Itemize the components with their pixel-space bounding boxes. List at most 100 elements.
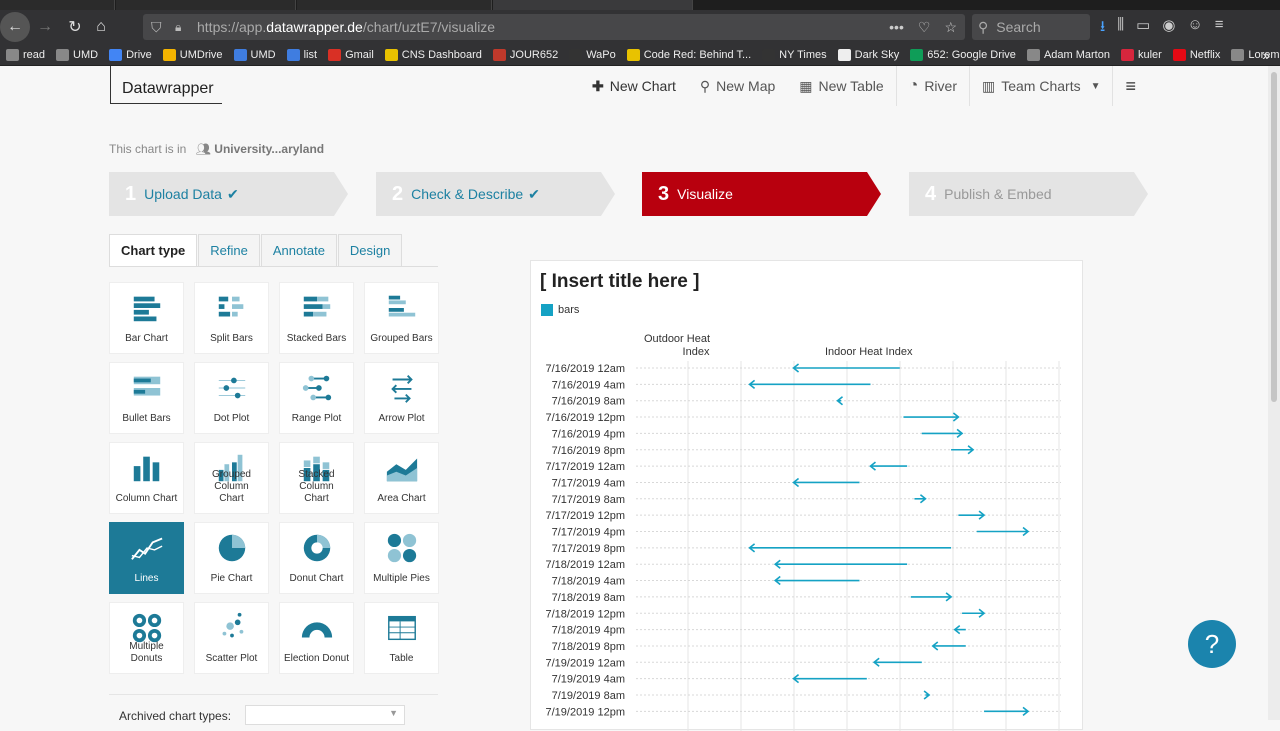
bookmark-item[interactable]: 652: Google Drive [910,48,1016,61]
bookmark-label: list [303,48,318,61]
team-charts-dropdown[interactable]: ▥ Team Charts ▼ [970,66,1113,106]
step-label: Upload Data [144,186,222,202]
hamburger-menu-button[interactable]: ≡ [1113,66,1148,106]
scrollbar-thumb[interactable] [1271,72,1277,402]
river-link[interactable]: ◔ River [897,66,969,106]
bookmark-item[interactable]: Lorem [1231,48,1280,61]
chart-type-bar-chart[interactable]: Bar Chart [109,282,184,354]
bookmark-item[interactable]: kuler [1120,48,1162,61]
browser-tab[interactable] [0,0,115,10]
bookmark-item[interactable]: Code Red: Behind T... [626,48,751,61]
chart-type-stacked-column-chart[interactable]: Stacked Column Chart [279,442,354,514]
forward-button[interactable]: → [32,14,58,40]
browser-tab[interactable] [297,0,492,10]
chart-type-bullet-bars[interactable]: Bullet Bars [109,362,184,434]
sidebar-icon[interactable]: ▭ [1136,16,1150,41]
search-placeholder: Search [996,19,1041,35]
more-actions-icon[interactable]: ••• [889,19,904,36]
new-chart-link[interactable]: ✚ New Chart [580,66,688,106]
browser-search-input[interactable]: ⚲ Search [972,14,1090,40]
bookmark-item[interactable]: WaPo [569,48,616,61]
step-3[interactable]: 3 Visualize [642,172,881,216]
bookmark-favicon-icon [109,48,123,61]
bookmark-label: WaPo [586,48,616,61]
chart-type-label: Multiple Pies [373,573,430,584]
bookmark-item[interactable]: UMD [233,48,276,61]
step-arrow [1134,172,1148,216]
step-number: 1 [125,182,137,205]
back-button[interactable]: ← [0,12,30,42]
chart-type-area-chart[interactable]: Area Chart [364,442,439,514]
chart-type-stacked-bars[interactable]: Stacked Bars [279,282,354,354]
chart-type-column-chart[interactable]: Column Chart [109,442,184,514]
bookmark-item[interactable]: UMD [56,48,98,61]
pocket-icon[interactable]: ♡ [918,19,931,36]
chart-type-scatter-plot[interactable]: Scatter Plot [194,602,269,674]
multiple-donuts-icon [127,611,167,645]
chart-type-range-plot[interactable]: Range Plot [279,362,354,434]
bookmark-item[interactable]: list [286,48,318,61]
tabs-divider [109,266,438,267]
chart-type-label: Multiple Donuts [129,641,164,664]
chart-type-multiple-donuts[interactable]: Multiple Donuts [109,602,184,674]
step-arrow [601,172,615,216]
bookmark-item[interactable]: Dark Sky [837,48,899,61]
bookmark-item[interactable]: read [6,48,45,61]
step-1[interactable]: 1 Upload Data ✔ [109,172,348,216]
bookmark-item[interactable]: NY Times [762,48,827,61]
brand-logo[interactable]: Datawrapper [110,66,222,104]
bookmark-favicon-icon [162,48,176,61]
library-icon[interactable]: ⫼ [1117,16,1124,41]
home-button[interactable]: ⌂ [88,14,114,40]
chart-type-table[interactable]: Table [364,602,439,674]
row-label: 7/18/2019 12pm [545,608,625,620]
row-label: 7/18/2019 4am [552,576,625,588]
tab-chart-type[interactable]: Chart type [109,234,198,266]
new-map-link[interactable]: ⚲ New Map [688,66,787,106]
bar-chart-icon [127,291,167,325]
chart-type-dot-plot[interactable]: Dot Plot [194,362,269,434]
bookmark-label: CNS Dashboard [401,48,482,61]
bookmark-star-icon[interactable]: ☆ [944,19,957,36]
download-icon[interactable]: ⭳ [1100,16,1105,41]
bookmark-item[interactable]: JOUR652 [492,48,558,61]
help-button[interactable]: ? [1188,620,1236,668]
chart-type-pie-chart[interactable]: Pie Chart [194,522,269,594]
bookmark-item[interactable]: Adam Marton [1026,48,1110,61]
extension-icon[interactable]: ◉ [1162,16,1175,41]
step-4[interactable]: 4 Publish & Embed [909,172,1148,216]
step-number: 2 [392,182,404,205]
chart-type-label: Pie Chart [210,573,253,584]
reload-button[interactable]: ↻ [62,14,88,40]
browser-tab[interactable] [116,0,296,10]
page-scrollbar[interactable] [1268,66,1280,720]
chart-type-donut-chart[interactable]: Donut Chart [279,522,354,594]
archived-select[interactable]: ▼ [245,705,405,725]
chart-type-grouped-column-chart[interactable]: Grouped Column Chart [194,442,269,514]
new-table-link[interactable]: ▦ New Table [787,66,895,106]
menu-icon[interactable]: ≡ [1215,16,1224,41]
tab-design[interactable]: Design [337,234,403,266]
chart-type-lines[interactable]: Lines [109,522,184,594]
bookmark-item[interactable]: Drive [109,48,152,61]
tab-annotate[interactable]: Annotate [260,234,337,266]
step-number: 4 [925,182,937,205]
column-header-indoor: Indoor Heat Index [825,346,913,358]
tab-refine[interactable]: Refine [198,234,260,266]
chart-type-arrow-plot[interactable]: Arrow Plot [364,362,439,434]
chart-type-multiple-pies[interactable]: Multiple Pies [364,522,439,594]
bookmark-item[interactable]: CNS Dashboard [384,48,482,61]
bookmark-item[interactable]: Gmail [328,48,374,61]
chart-type-election-donut[interactable]: Election Donut [279,602,354,674]
chart-type-split-bars[interactable]: Split Bars [194,282,269,354]
breadcrumb-team-link[interactable]: University...aryland [214,142,324,156]
browser-tab-active[interactable] [493,0,693,10]
account-icon[interactable]: ☺ [1187,16,1202,41]
column-header-outdoor: Outdoor Heat Index [644,333,710,358]
bookmark-item[interactable]: UMDrive [162,48,223,61]
bookmark-item[interactable]: Netflix [1172,48,1220,61]
url-bar[interactable]: ⛉ 🔒︎ https://app.datawrapper.de/chart/uz… [143,14,965,40]
step-2[interactable]: 2 Check & Describe ✔ [376,172,615,216]
chart-type-grouped-bars[interactable]: Grouped Bars [364,282,439,354]
bookmarks-overflow-icon[interactable]: » [1262,47,1270,63]
